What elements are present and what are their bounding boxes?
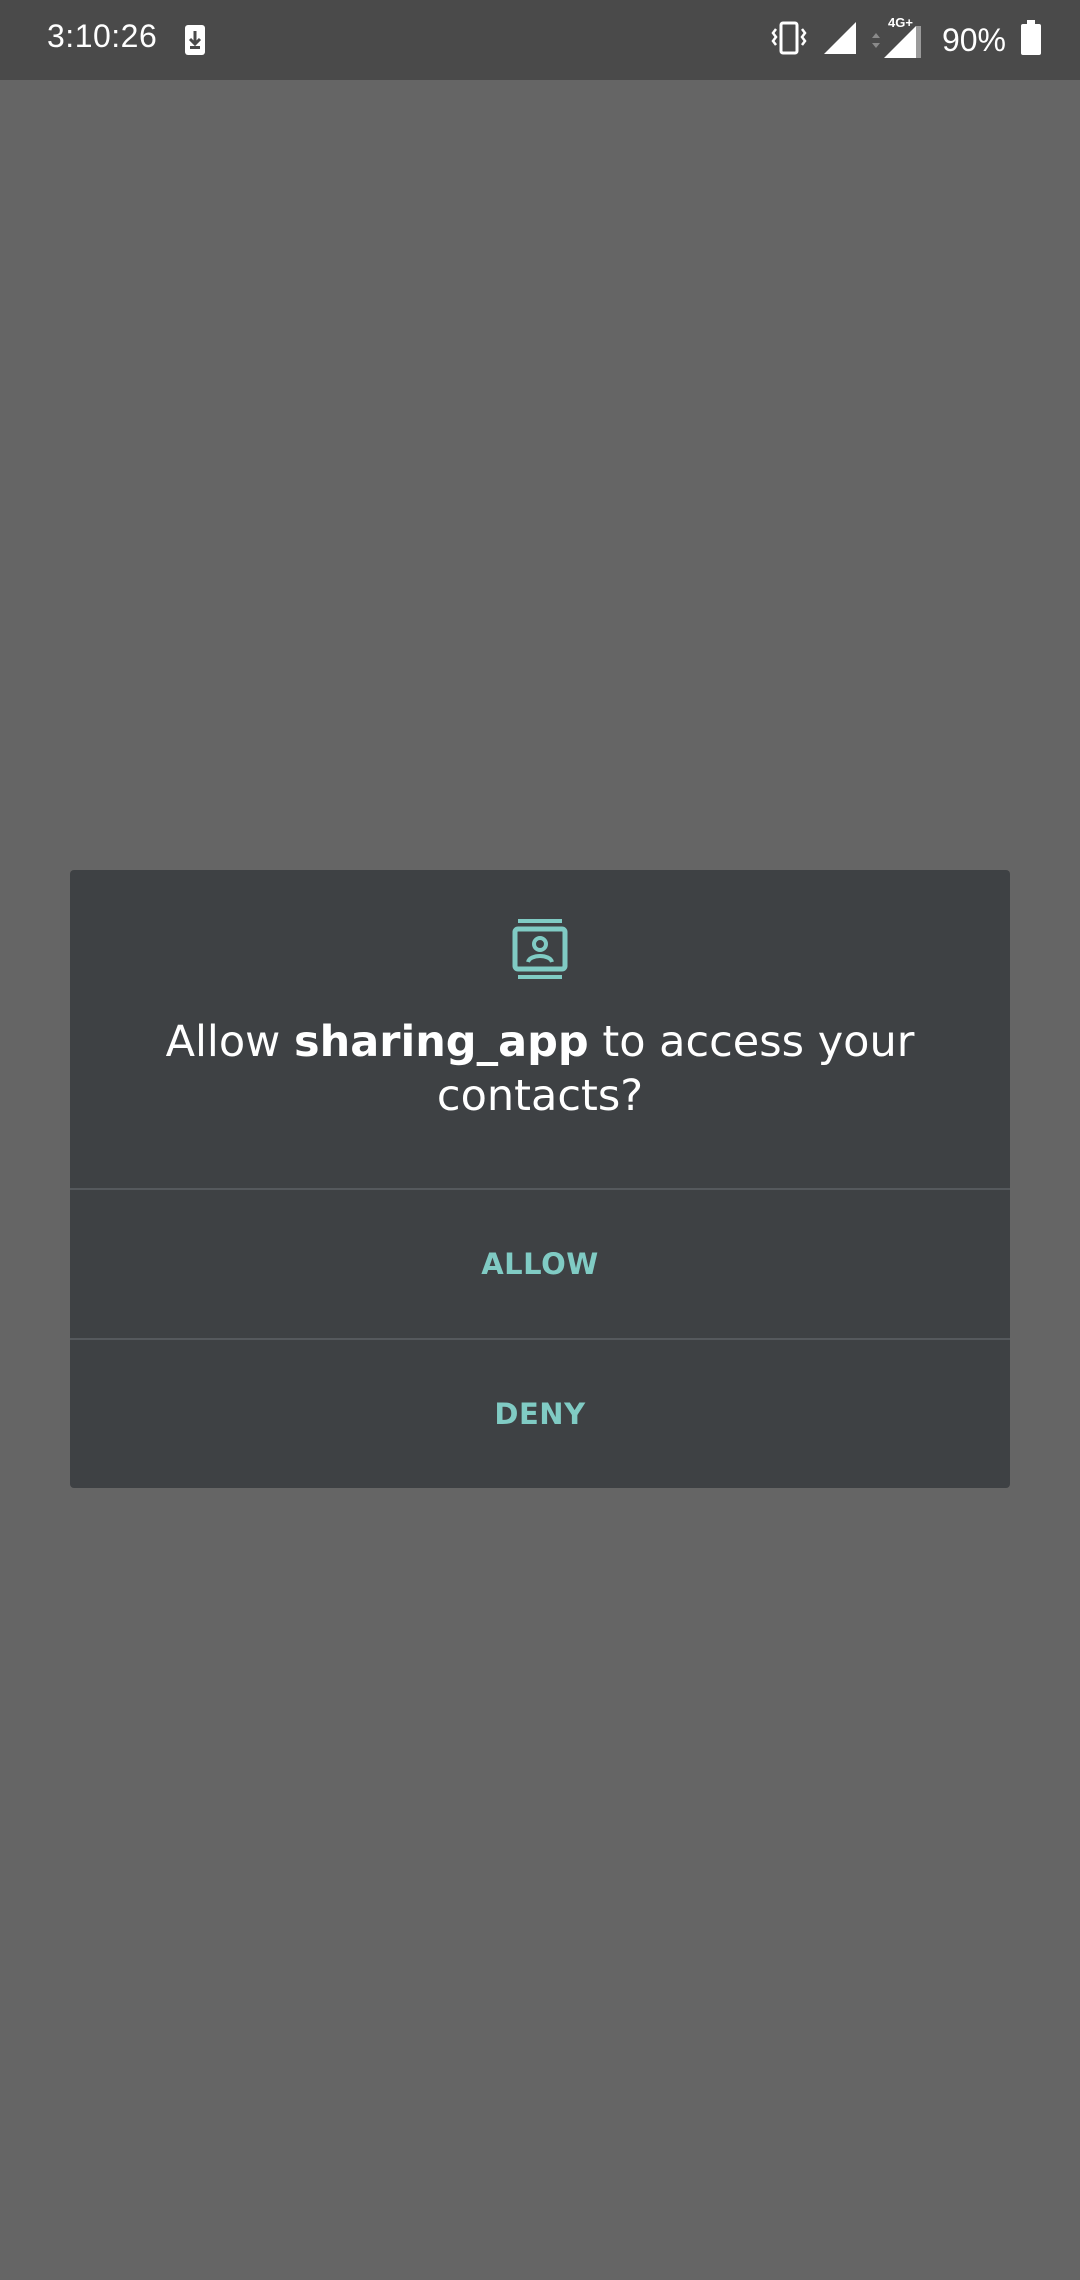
signal-4g-icon: 4G+ bbox=[870, 15, 942, 65]
battery-percent: 90% bbox=[941, 21, 1006, 58]
allow-button[interactable]: ALLOW bbox=[70, 1190, 1010, 1340]
status-bar: 3:10:26 4G+ 90% bbox=[0, 0, 1080, 80]
status-time: 3:10:26 bbox=[47, 18, 158, 54]
message-prefix: Allow bbox=[165, 1017, 295, 1067]
signal-icon bbox=[822, 20, 870, 61]
vibrate-icon bbox=[770, 19, 822, 62]
deny-button[interactable]: DENY bbox=[70, 1340, 1010, 1488]
status-icons: 4G+ 90% bbox=[770, 15, 1042, 65]
dialog-header: Allow sharing_app to access your contact… bbox=[70, 870, 1010, 1190]
permission-dialog: Allow sharing_app to access your contact… bbox=[70, 870, 1010, 1488]
battery-icon bbox=[1020, 19, 1042, 61]
app-name: sharing_app bbox=[294, 1017, 589, 1067]
dialog-message: Allow sharing_app to access your contact… bbox=[130, 1015, 950, 1123]
network-label: 4G+ bbox=[888, 16, 913, 30]
